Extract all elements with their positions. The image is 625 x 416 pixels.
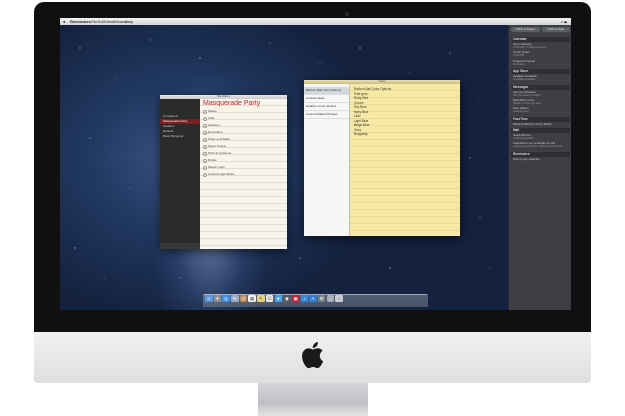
- apple-menu-icon[interactable]: ●: [63, 18, 65, 25]
- note-line: Burgundy: [354, 132, 368, 136]
- nc-notification-body: 5 updates available: [513, 78, 536, 82]
- notes-window[interactable]: Notes Balloon Ball Color Options Contest…: [304, 80, 460, 236]
- finder-icon[interactable]: ☺: [205, 294, 213, 302]
- contacts-icon[interactable]: @: [239, 294, 248, 302]
- nc-section: FaceTime Missed call from Aaron Baker: [509, 116, 571, 127]
- notes-icon[interactable]: ✎: [257, 294, 265, 302]
- note-list-item[interactable]: Healthy Lunch Options: [304, 103, 349, 111]
- apple-logo-icon: [302, 342, 324, 369]
- reminders-sidebar: Completed Masquerade Party Vacation Erra…: [160, 99, 200, 249]
- post-button[interactable]: Click to Post: [541, 27, 570, 32]
- nc-section: App Store Updates Available 5 updates avai…: [509, 68, 571, 83]
- note-list-item[interactable]: Colored Salted Phrases: [304, 111, 349, 119]
- dock-icons: ☺ ✈ ◎ ✉ @ ▦ ✎ ☑ ● ◉ ▣ ♪ A ⚙ ↓ ⌂: [205, 290, 427, 302]
- safari-icon[interactable]: ◎: [222, 294, 230, 302]
- list-heading: Masquerade Party: [203, 100, 261, 107]
- reminder-item[interactable]: Decoration: [200, 129, 287, 136]
- system-preferences-icon[interactable]: ⚙: [317, 294, 326, 302]
- reminder-item[interactable]: Chips and Salsa: [200, 136, 287, 143]
- tweet-button[interactable]: Click to Tweet: [511, 27, 540, 32]
- desktop-screen: ● Reminders File Edit View Window Help ⌕…: [60, 18, 571, 310]
- menu-file[interactable]: File: [91, 18, 97, 25]
- reminder-item[interactable]: Pick Up Costume: [200, 150, 287, 157]
- menu-status-icons[interactable]: ⌕ ☰: [561, 18, 567, 25]
- menu-help[interactable]: Help: [125, 18, 133, 25]
- note-list-item[interactable]: Contest Ideas: [304, 95, 349, 103]
- sidebar-toolbar: [160, 243, 200, 249]
- reminder-item[interactable]: Gifts: [200, 115, 287, 122]
- reminder-item[interactable]: Masks: [200, 108, 287, 115]
- nc-section: Mail Susan Brown Conference Plans Attached …: [509, 127, 571, 151]
- nc-notification-title[interactable]: Missed call from Aaron Baker: [511, 122, 570, 126]
- imac-stand: [258, 383, 368, 416]
- itunes-icon[interactable]: ♪: [300, 294, 309, 302]
- reminder-item[interactable]: Paper Towels: [200, 143, 287, 150]
- launchpad-icon[interactable]: ✈: [213, 294, 222, 302]
- menu-edit[interactable]: Edit: [98, 18, 105, 25]
- facetime-icon[interactable]: ◉: [283, 294, 291, 302]
- nc-section: Messages Jeremy Schwarm Are you coming ton…: [509, 84, 571, 116]
- mail-icon[interactable]: ✉: [231, 294, 239, 302]
- nc-notification-body: upcoming conference. Please let me know: [513, 145, 562, 149]
- menu-bar: ● Reminders File Edit View Window Help ⌕…: [60, 18, 571, 25]
- nc-notification-title[interactable]: Pick up dry cleaning: [511, 157, 570, 161]
- notification-center: Click to Tweet Click to Post Calendar Tea…: [508, 25, 571, 310]
- note-list-item[interactable]: Balloon Ball Color Options: [304, 87, 349, 95]
- reminders-icon[interactable]: ☑: [265, 294, 274, 302]
- list-item[interactable]: Book Shopping: [160, 134, 200, 139]
- reminder-item[interactable]: Feathers: [200, 122, 287, 129]
- trash-icon[interactable]: ⌂: [335, 294, 343, 302]
- messages-icon[interactable]: ●: [274, 294, 282, 302]
- nc-notification-body: Due today: [513, 62, 525, 66]
- downloads-icon[interactable]: ↓: [326, 294, 335, 302]
- app-store-icon[interactable]: A: [309, 294, 317, 302]
- note-body[interactable]: Balloon Ball Color Options Pale grey Rub…: [350, 84, 460, 236]
- calendar-icon[interactable]: ▦: [248, 294, 256, 302]
- photo-booth-icon[interactable]: ▣: [291, 294, 300, 302]
- reminder-item[interactable]: Drinks: [200, 157, 287, 164]
- reminder-item[interactable]: Colored Light Bulbs: [200, 171, 287, 178]
- nc-section: Calendar Team Meeting 10:00 AM, Conference…: [509, 36, 571, 68]
- camera-dot: [345, 12, 349, 16]
- menu-app-name[interactable]: Reminders: [70, 18, 91, 25]
- reminders-window[interactable]: Reminders Completed Masquerade Party Vac…: [160, 95, 287, 249]
- nc-notification-body: Sounds great: [513, 110, 529, 114]
- reminder-item[interactable]: Plastic Cups: [200, 164, 287, 171]
- reminders-list-pane: Masquerade Party Masks Gifts Feathers De…: [200, 99, 287, 249]
- nc-section: Reminders Pick up dry cleaning: [509, 151, 571, 162]
- notes-list-pane: Balloon Ball Color Options Contest Ideas…: [304, 84, 350, 236]
